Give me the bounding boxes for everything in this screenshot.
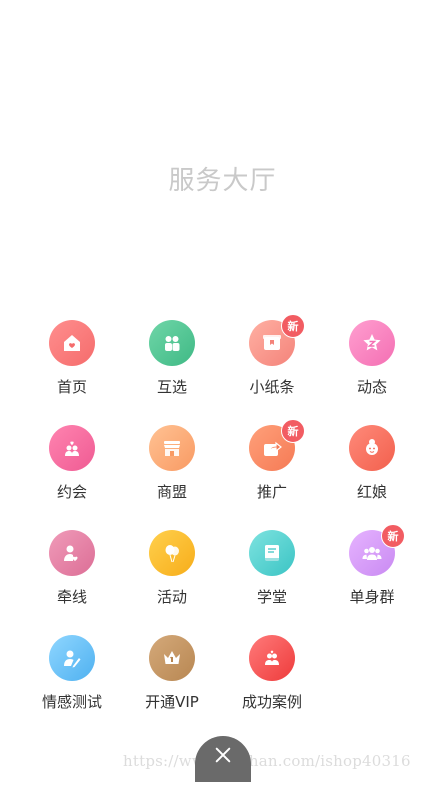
home-icon: [64, 335, 80, 351]
service-item-date[interactable]: 约会: [22, 425, 122, 530]
page-title: 服务大厅: [168, 166, 277, 196]
service-icon-circle: [49, 530, 95, 576]
close-icon: [215, 747, 231, 763]
service-item-test[interactable]: 情感测试: [22, 635, 122, 740]
service-item-label: 牵线: [56, 588, 87, 606]
service-item-crown[interactable]: 开通VIP: [122, 635, 222, 740]
service-item-balloon[interactable]: 活动: [122, 530, 222, 635]
shop-icon: [164, 441, 180, 456]
new-badge: 新: [381, 524, 405, 548]
service-item-note[interactable]: 新小纸条: [222, 314, 322, 425]
crown-icon: [164, 651, 180, 664]
close-button[interactable]: [195, 736, 251, 782]
service-item-label: 商盟: [156, 483, 187, 501]
service-item-share[interactable]: 新推广: [222, 419, 322, 530]
service-item-group[interactable]: 新单身群: [322, 524, 422, 635]
success-icon: [265, 650, 279, 665]
service-item-book[interactable]: 学堂: [222, 530, 322, 635]
service-item-link[interactable]: 牵线: [22, 530, 122, 635]
new-badge: 新: [281, 314, 305, 338]
star-icon: [363, 334, 381, 351]
group-icon: [362, 547, 382, 560]
matchmaker-icon: [366, 439, 378, 455]
new-badge: 新: [281, 419, 305, 443]
service-item-label: 活动: [156, 588, 187, 606]
book-icon: [265, 545, 279, 561]
service-icon-circle: [49, 320, 95, 366]
service-item-success[interactable]: 成功案例: [222, 635, 322, 740]
service-item-label: 学堂: [256, 588, 287, 606]
service-item-label: 约会: [56, 483, 87, 501]
service-item-matchmaker[interactable]: 红娘: [322, 425, 422, 530]
service-item-label: 单身群: [349, 588, 395, 606]
service-item-star[interactable]: 动态: [322, 320, 422, 425]
service-icon-circle: [349, 425, 395, 471]
service-item-label: 小纸条: [249, 378, 295, 396]
note-icon: [263, 335, 281, 350]
watermark-text: https://www.huzhan.com/ishop40316: [123, 752, 411, 770]
link-icon: [64, 545, 78, 561]
test-icon: [64, 650, 81, 668]
service-icon-circle: [149, 635, 195, 681]
service-item-label: 成功案例: [241, 693, 302, 711]
service-item-label: 首页: [56, 378, 87, 396]
service-icon-circle: [149, 425, 195, 471]
couple-icon: [165, 336, 180, 351]
service-item-label: 开通VIP: [145, 693, 199, 711]
service-icon-circle: [149, 530, 195, 576]
service-item-home[interactable]: 首页: [22, 320, 122, 425]
service-icon-circle: 新: [349, 524, 405, 576]
balloon-icon: [165, 545, 179, 563]
service-icon-circle: 新: [249, 419, 305, 471]
service-icon-circle: [149, 320, 195, 366]
service-icon-circle: [49, 425, 95, 471]
service-grid: 首页 互选新小纸条 动态 约会 商盟新推广 红娘 牵线 活动 学堂新单身群 情感测试 开通VIP 成功…: [22, 314, 422, 740]
service-icon-circle: [349, 320, 395, 366]
service-item-label: 动态: [356, 378, 387, 396]
service-item-couple[interactable]: 互选: [122, 320, 222, 425]
service-icon-circle: 新: [249, 314, 305, 366]
share-icon: [264, 441, 282, 456]
service-icon-circle: [249, 635, 295, 681]
service-item-label: 推广: [256, 483, 287, 501]
service-item-label: 红娘: [356, 483, 387, 501]
service-item-shop[interactable]: 商盟: [122, 425, 222, 530]
service-icon-circle: [249, 530, 295, 576]
service-item-label: 情感测试: [41, 693, 102, 711]
service-icon-circle: [49, 635, 95, 681]
service-item-label: 互选: [156, 378, 187, 396]
date-icon: [65, 441, 79, 456]
